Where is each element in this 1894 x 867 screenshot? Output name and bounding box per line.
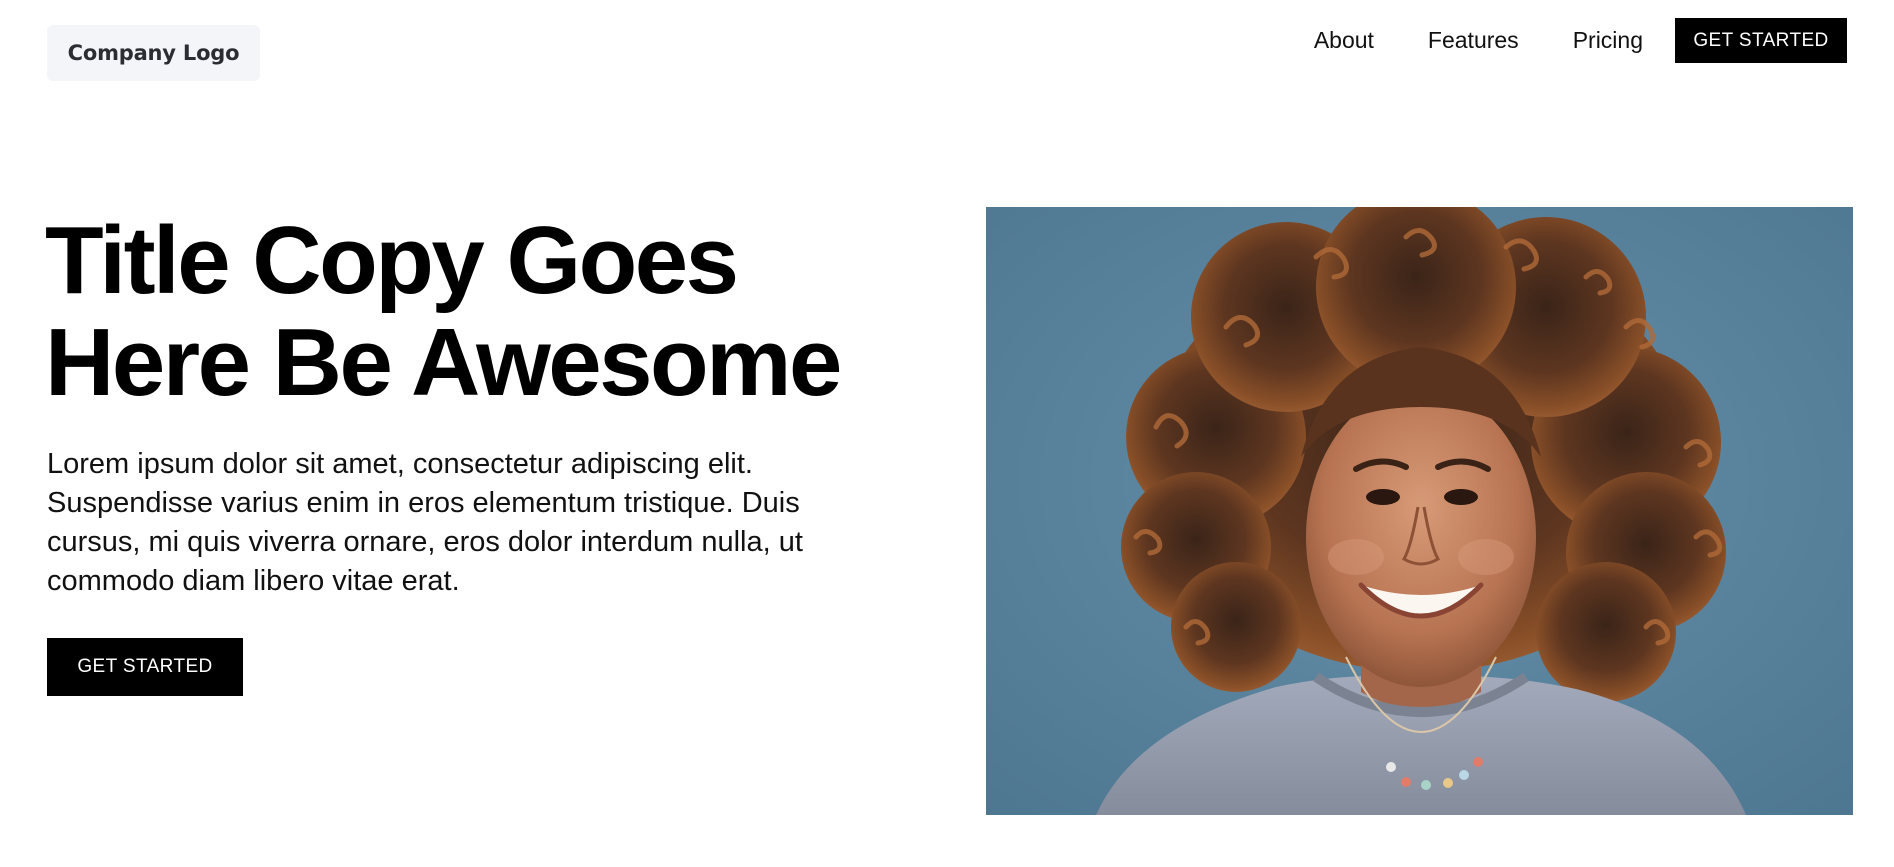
hero-description-line: Suspendisse varius enim in eros elementu… xyxy=(47,487,800,519)
hero-title-line: Title Copy Goes xyxy=(45,207,739,314)
hero-description-line: cursus, mi quis viverra ornare, eros dol… xyxy=(47,526,803,558)
hero-title: Title Copy Goes Here Be Awesome xyxy=(45,210,925,414)
company-logo[interactable]: Company Logo xyxy=(47,25,260,81)
header-get-started-button[interactable]: GET STARTED xyxy=(1675,18,1847,63)
hero-description: Lorem ipsum dolor sit amet, consectetur … xyxy=(47,445,847,601)
nav-link-about[interactable]: About xyxy=(1314,27,1374,54)
hero-title-line: Here Be Awesome xyxy=(45,309,842,416)
main-nav: About Features Pricing GET STARTED xyxy=(1314,18,1847,63)
nav-link-pricing[interactable]: Pricing xyxy=(1573,27,1643,54)
hero-description-line: Lorem ipsum dolor sit amet, consectetur … xyxy=(47,448,753,480)
hero-get-started-button[interactable]: GET STARTED xyxy=(47,638,243,696)
nav-link-features[interactable]: Features xyxy=(1428,27,1519,54)
site-header: Company Logo About Features Pricing GET … xyxy=(0,0,1894,100)
landing-page: Company Logo About Features Pricing GET … xyxy=(0,0,1894,867)
hero-portrait-image xyxy=(986,207,1853,815)
hero-description-line: commodo diam libero vitae erat. xyxy=(47,565,460,597)
